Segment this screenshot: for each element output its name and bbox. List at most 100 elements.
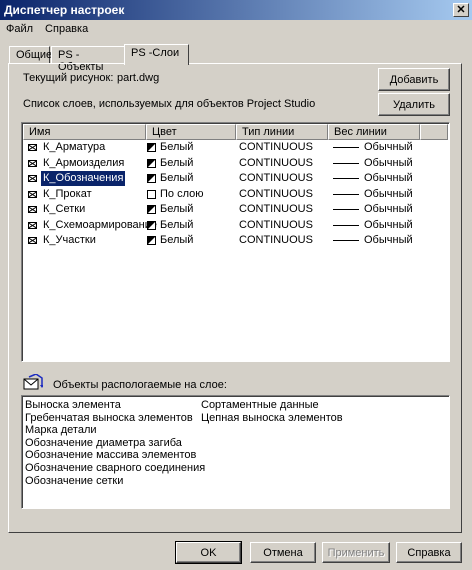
color-swatch-icon [147,143,156,152]
column-name[interactable]: Имя [23,124,146,140]
layer-color-cell: Белый [147,171,237,186]
menu-bar: Файл Справка [0,20,94,38]
layer-envelope-icon [28,159,37,167]
layer-color-cell: По слою [147,187,237,202]
close-icon: ✕ [456,4,466,16]
layers-caption: Список слоев, используемых для объектов … [23,98,316,110]
object-item[interactable]: Сортаментные данные [201,399,343,412]
menu-help[interactable]: Справка [39,23,94,35]
layer-linetype: CONTINUOUS [239,187,313,200]
layer-envelope-icon [28,221,37,229]
layer-row[interactable]: К_Схемоармирование Белый CONTINUOUS Обычный [24,218,447,233]
layer-row[interactable]: К_Участки Белый CONTINUOUS Обычный [24,233,447,248]
color-swatch-icon [147,158,156,168]
lineweight-sample [333,233,363,248]
object-item[interactable]: Марка детали [25,424,205,437]
title-bar: Диспетчер настроек ✕ [0,0,472,20]
layer-weight: Обычный [364,187,413,200]
layer-color: Белый [160,218,194,231]
layer-name: К_Армоизделия [43,156,125,169]
tab-general[interactable]: Общие [9,46,52,64]
layer-color: По слою [160,187,204,200]
lineweight-sample [333,140,363,155]
listview-header: Имя Цвет Тип линии Вес линии [23,124,448,140]
layer-row[interactable]: К_Арматура Белый CONTINUOUS Обычный [24,140,447,155]
layer-linetype: CONTINUOUS [239,218,313,231]
layer-weight: Обычный [364,218,413,231]
ok-button[interactable]: OK [175,541,242,564]
layer-color: Белый [160,203,194,215]
layer-color: Белый [160,156,194,169]
window-title: Диспетчер настроек [4,3,125,17]
close-button[interactable]: ✕ [453,3,469,17]
layer-color-cell: Белый [147,218,237,233]
color-swatch-icon [147,236,156,245]
layer-row[interactable]: К_Армоизделия Белый CONTINUOUS Обычный [24,156,447,171]
color-swatch-icon [147,174,156,183]
layer-color: Белый [160,172,194,184]
layer-color-cell: Белый [147,140,237,155]
objects-caption: Объекты распологаемые на слое: [53,379,227,391]
layer-name: К_Обозначения [41,171,126,186]
layer-name: К_Прокат [43,187,92,200]
layer-weight: Обычный [364,234,413,246]
object-item[interactable]: Гребенчатая выноска элементов [25,412,205,425]
layer-row[interactable]: К_Обозначения Белый CONTINUOUS Обычный [24,171,447,186]
layer-envelope-icon [28,144,37,151]
objects-column-1: Выноска элемента Гребенчатая выноска элем… [25,399,205,487]
layer-weight: Обычный [364,172,413,184]
color-swatch-icon [147,220,156,230]
layer-linetype: CONTINUOUS [239,203,313,215]
layer-weight: Обычный [364,156,413,169]
tab-ps-layers[interactable]: PS -Слои [124,44,189,65]
color-swatch-icon [147,205,156,214]
cancel-button[interactable]: Отмена [250,542,316,563]
lineweight-sample [333,218,363,233]
layer-color: Белый [160,234,194,246]
layer-row[interactable]: К_Прокат По слою CONTINUOUS Обычный [24,187,447,202]
layer-row[interactable]: К_Сетки Белый CONTINUOUS Обычный [24,202,447,217]
column-spacer [420,124,448,140]
object-item[interactable]: Обозначение массива элементов [25,449,205,462]
column-color[interactable]: Цвет [146,124,236,140]
layer-weight: Обычный [364,203,413,215]
apply-button[interactable]: Применить [322,542,390,563]
object-item[interactable]: Цепная выноска элементов [201,412,343,425]
tab-ps-objects[interactable]: PS - Объекты [51,46,132,73]
layer-color-cell: Белый [147,233,237,248]
object-item[interactable]: Обозначение сварного соединения [25,462,205,475]
lineweight-sample [333,202,363,217]
layer-name: К_Схемоармирование [43,218,157,231]
layer-color-cell: Белый [147,202,237,217]
layer-envelope-icon [28,206,37,213]
layer-linetype: CONTINUOUS [239,156,313,169]
color-swatch-icon [147,189,156,199]
help-button[interactable]: Справка [396,542,462,563]
object-item[interactable]: Обозначение сетки [25,475,205,488]
layer-name: К_Сетки [43,203,86,215]
current-drawing-label: Текущий рисунок: [23,72,114,84]
layer-envelope-icon [28,237,37,244]
layer-envelope-icon [28,175,37,182]
layer-weight: Обычный [364,141,413,153]
lineweight-sample [333,156,363,171]
object-item[interactable]: Обозначение диаметра загиба [25,437,205,450]
object-item[interactable]: Выноска элемента [25,399,205,412]
column-lineweight[interactable]: Вес линии [328,124,420,140]
layer-envelope-icon [28,190,37,198]
layer-color: Белый [160,141,194,153]
menu-file[interactable]: Файл [0,23,39,35]
layer-name: К_Участки [43,234,96,246]
layer-name: К_Арматура [43,141,106,153]
lineweight-sample [333,187,363,202]
delete-button[interactable]: Удалить [378,93,450,116]
column-linetype[interactable]: Тип линии [236,124,328,140]
layer-color-cell: Белый [147,156,237,171]
layers-listview[interactable]: Имя Цвет Тип линии Вес линии К_Арматура Б… [21,122,450,362]
objects-column-2: Сортаментные данные Цепная выноска элемен… [201,399,343,424]
layer-linetype: CONTINUOUS [239,141,313,153]
layer-linetype: CONTINUOUS [239,172,313,184]
add-button[interactable]: Добавить [378,68,450,91]
objects-list[interactable]: Выноска элемента Гребенчатая выноска элем… [21,395,450,509]
lineweight-sample [333,171,363,186]
